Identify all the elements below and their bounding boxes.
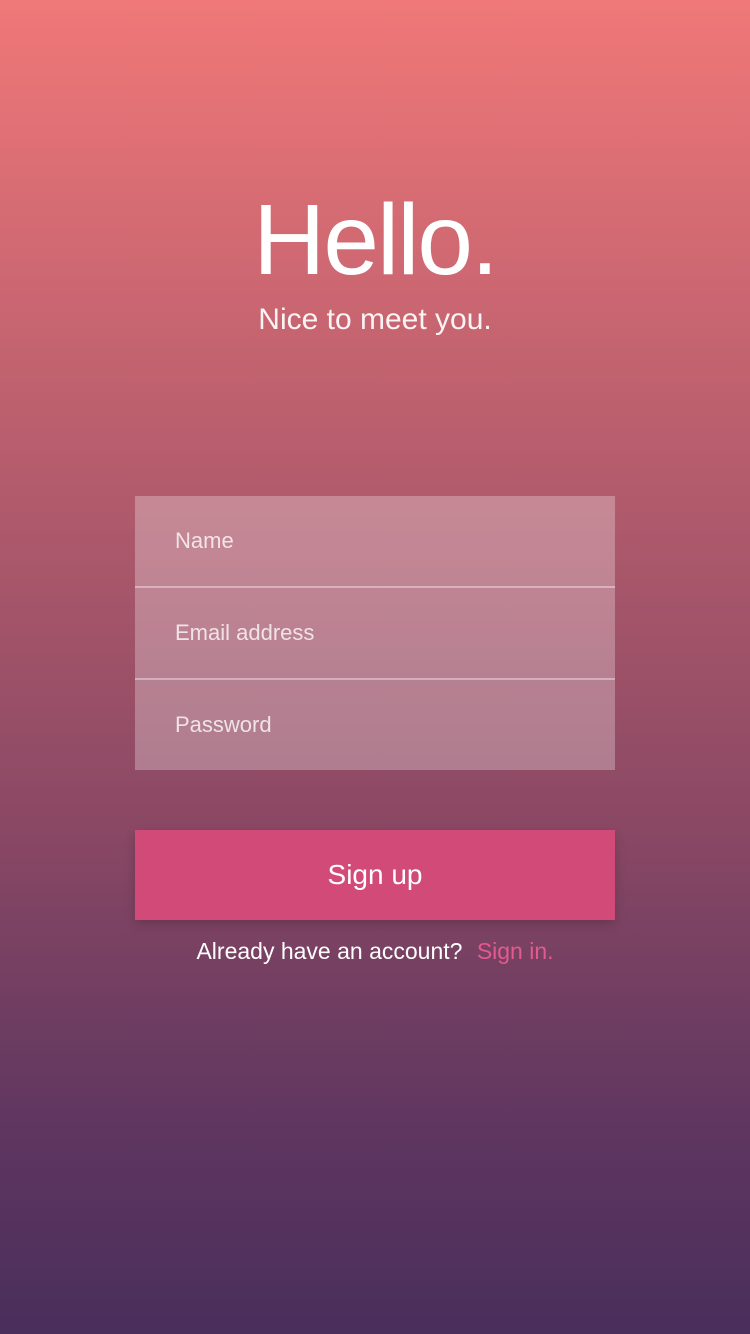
signup-screen: Hello. Nice to meet you. Sign up Already… bbox=[0, 0, 750, 1334]
password-input[interactable] bbox=[175, 680, 615, 770]
signin-link[interactable]: Sign in. bbox=[477, 938, 554, 964]
signin-prompt: Already have an account? bbox=[196, 938, 463, 964]
name-input[interactable] bbox=[175, 496, 615, 586]
name-field-container bbox=[135, 496, 615, 586]
signup-form bbox=[135, 496, 615, 770]
greeting-block: Hello. Nice to meet you. bbox=[0, 180, 750, 340]
email-input[interactable] bbox=[175, 588, 615, 678]
signin-row: Already have an account? Sign in. bbox=[0, 934, 750, 968]
greeting-title: Hello. bbox=[253, 184, 499, 296]
signup-button[interactable]: Sign up bbox=[135, 830, 615, 920]
greeting-subtitle: Nice to meet you. bbox=[258, 303, 492, 336]
password-field-container bbox=[135, 680, 615, 770]
email-field-container bbox=[135, 588, 615, 678]
